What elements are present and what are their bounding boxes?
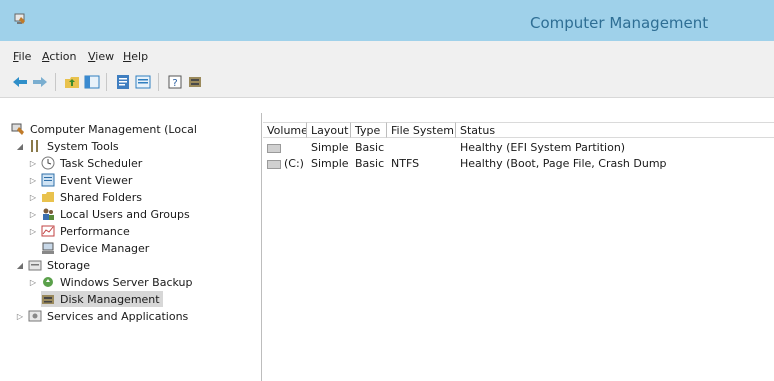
disk-management-icon <box>42 295 54 304</box>
tree-label: Computer Management (Local <box>30 122 197 136</box>
cell-volume <box>263 140 307 156</box>
back-arrow-icon[interactable] <box>10 72 30 92</box>
show-hide-tree-icon[interactable] <box>82 72 102 92</box>
svg-text:?: ? <box>172 78 177 89</box>
menu-bar: File Action View Help <box>0 41 774 67</box>
menu-view[interactable]: View <box>88 50 114 63</box>
tree-label: Storage <box>47 258 91 272</box>
collapse-icon[interactable]: ◢ <box>15 261 25 270</box>
menu-help[interactable]: Help <box>123 50 148 63</box>
tree-label: Device Manager <box>60 241 150 255</box>
tree-item-shared-folders[interactable]: ▷ Shared Folders <box>28 189 142 205</box>
title-bar[interactable]: Computer Management <box>0 0 774 41</box>
expand-icon[interactable]: ▷ <box>28 210 38 219</box>
tree-label: Services and Applications <box>47 309 189 323</box>
column-header-layout[interactable]: Layout <box>307 122 351 138</box>
cell-file-system: NTFS <box>391 157 420 170</box>
window-title: Computer Management <box>530 14 709 32</box>
toolbar-separator <box>106 73 107 91</box>
export-list-icon[interactable] <box>133 72 153 92</box>
tree-item-disk-management[interactable]: Disk Management <box>41 291 163 307</box>
column-header-type[interactable]: Type <box>351 122 387 138</box>
device-manager-icon <box>42 242 54 254</box>
volume-list[interactable]: Volume Layout Type File System Status Si… <box>263 113 774 381</box>
navigation-tree[interactable]: Computer Management (Local ◢ System Tool… <box>11 113 262 381</box>
tree-item-performance[interactable]: ▷ Performance <box>28 223 130 239</box>
tree-item-system-tools[interactable]: ◢ System Tools <box>15 138 119 154</box>
expand-icon[interactable]: ▷ <box>28 278 38 287</box>
column-header-status[interactable]: Status <box>456 122 774 138</box>
toolbar-separator <box>55 73 56 91</box>
cell-layout: Simple <box>311 157 349 170</box>
cell-file-system <box>387 140 456 156</box>
tree-item-storage[interactable]: ◢ Storage <box>15 257 90 273</box>
cell-type: Basic <box>355 157 385 170</box>
help-icon[interactable]: ? <box>165 72 185 92</box>
event-log-icon <box>41 173 55 187</box>
shared-folder-icon <box>42 192 54 202</box>
tree-item-event-viewer[interactable]: ▷ Event Viewer <box>28 172 132 188</box>
cell-status: Healthy (Boot, Page File, Crash Dump <box>460 157 667 170</box>
computer-management-icon[interactable] <box>13 12 27 26</box>
volume-icon <box>267 143 281 153</box>
expand-icon[interactable]: ▷ <box>28 176 38 185</box>
users-icon <box>43 208 54 220</box>
table-row[interactable]: (C:) Simple Basic NTFS Healthy (Boot, Pa… <box>263 156 774 172</box>
column-headers: Volume Layout Type File System Status <box>263 122 774 138</box>
tree-label: System Tools <box>47 139 119 153</box>
menu-action[interactable]: Action <box>42 50 76 63</box>
tree-label: Windows Server Backup <box>60 275 193 289</box>
up-folder-icon[interactable] <box>62 72 82 92</box>
tree-item-local-users-groups[interactable]: ▷ Local Users and Groups <box>28 206 190 222</box>
expand-icon[interactable]: ▷ <box>28 159 38 168</box>
clock-icon <box>41 156 55 170</box>
backup-icon <box>43 277 53 287</box>
tree-label: Local Users and Groups <box>60 207 190 221</box>
disk-icon[interactable] <box>185 72 205 92</box>
toolbar-separator <box>158 73 159 91</box>
tree-item-task-scheduler[interactable]: ▷ Task Scheduler <box>28 155 142 171</box>
expand-icon[interactable]: ▷ <box>28 227 38 236</box>
cell-layout: Simple <box>311 141 349 154</box>
computer-management-icon <box>11 123 24 135</box>
column-header-file-system[interactable]: File System <box>387 122 456 138</box>
services-icon <box>28 310 42 322</box>
tree-item-device-manager[interactable]: Device Manager <box>41 240 149 256</box>
expand-icon[interactable]: ▷ <box>28 193 38 202</box>
properties-icon[interactable] <box>113 72 133 92</box>
forward-arrow-icon[interactable] <box>30 72 50 92</box>
toolbar: ? <box>0 67 774 98</box>
table-row[interactable]: Simple Basic Healthy (EFI System Partiti… <box>263 140 774 156</box>
tree-item-windows-server-backup[interactable]: ▷ Windows Server Backup <box>28 274 193 290</box>
expand-icon[interactable]: ▷ <box>15 312 25 321</box>
tree-item-services-applications[interactable]: ▷ Services and Applications <box>15 308 188 324</box>
column-header-volume[interactable]: Volume <box>263 122 307 138</box>
volume-icon <box>267 159 281 169</box>
tree-item-computer-management[interactable]: Computer Management (Local <box>11 121 197 137</box>
tree-label: Disk Management <box>60 292 160 306</box>
storage-icon <box>28 260 42 271</box>
tree-label: Event Viewer <box>60 173 133 187</box>
tree-label: Task Scheduler <box>60 156 143 170</box>
performance-icon <box>41 225 55 237</box>
tools-icon <box>31 140 38 152</box>
collapse-icon[interactable]: ◢ <box>15 142 25 151</box>
cell-volume: (C:) <box>263 156 307 172</box>
computer-management-window: Computer Management File Action View Hel… <box>0 0 774 381</box>
cell-status: Healthy (EFI System Partition) <box>460 141 626 154</box>
cell-type: Basic <box>355 141 385 154</box>
tree-label: Performance <box>60 224 130 238</box>
menu-file[interactable]: File <box>13 50 31 63</box>
tree-label: Shared Folders <box>60 190 142 204</box>
